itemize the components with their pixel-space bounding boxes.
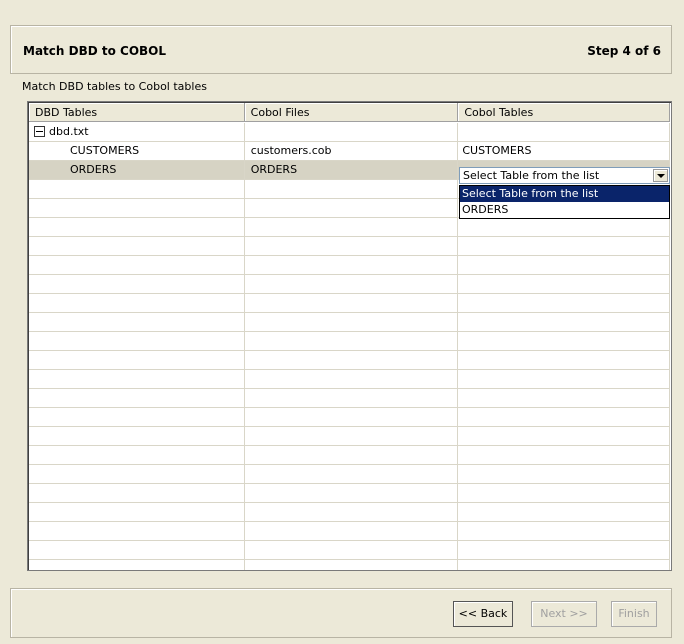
table-cell: ORDERS [245,161,459,179]
table-cell: CUSTOMERS [29,142,245,160]
step-indicator: Step 4 of 6 [587,44,661,58]
table-row [29,237,670,256]
table-cell: ORDERS [29,161,245,179]
column-header-cobol-files[interactable]: Cobol Files [244,103,459,122]
table-row [29,389,670,408]
table-row [29,560,670,570]
table-row [29,313,670,332]
table-row [29,275,670,294]
table-row [29,351,670,370]
select-value: Select Table from the list [463,169,600,182]
finish-button[interactable]: Finish [611,601,657,627]
table-row [29,541,670,560]
select-option-orders[interactable]: ORDERS [460,202,669,218]
table-row[interactable]: CUSTOMERS customers.cob CUSTOMERS [29,142,670,161]
table-row [29,503,670,522]
cobol-table-select[interactable]: Select Table from the list [459,167,670,184]
collapse-icon[interactable] [34,125,45,137]
table-row[interactable]: dbd.txt [29,123,670,142]
table-row [29,465,670,484]
table-row [29,484,670,503]
tree-node-dbd[interactable]: dbd.txt [29,123,245,141]
column-header-cobol-tables[interactable]: Cobol Tables [458,103,670,122]
table-cell: customers.cob [245,142,459,160]
table-row [29,427,670,446]
wizard-footer: << Back Next >> Finish [10,588,672,638]
wizard-header: Match DBD to COBOL Step 4 of 6 [10,25,672,74]
table-row [29,370,670,389]
page-title: Match DBD to COBOL [23,44,167,58]
table-row [29,218,670,237]
column-header-dbd-tables[interactable]: DBD Tables [29,103,245,122]
select-dropdown-list[interactable]: Select Table from the list ORDERS [459,185,670,219]
table-cell [458,123,670,141]
table-cell[interactable]: CUSTOMERS [458,142,670,160]
table-header: DBD Tables Cobol Files Cobol Tables [29,103,670,123]
table-row [29,332,670,351]
table-row [29,256,670,275]
table-row [29,408,670,427]
page-subtitle: Match DBD tables to Cobol tables [22,80,207,93]
tree-node-label: dbd.txt [49,125,89,138]
table-row [29,522,670,541]
table-row [29,446,670,465]
table-row [29,294,670,313]
back-button[interactable]: << Back [453,601,513,627]
table-cell [245,123,459,141]
chevron-down-icon[interactable] [653,169,668,182]
next-button[interactable]: Next >> [531,601,597,627]
select-option-placeholder[interactable]: Select Table from the list [460,186,669,202]
